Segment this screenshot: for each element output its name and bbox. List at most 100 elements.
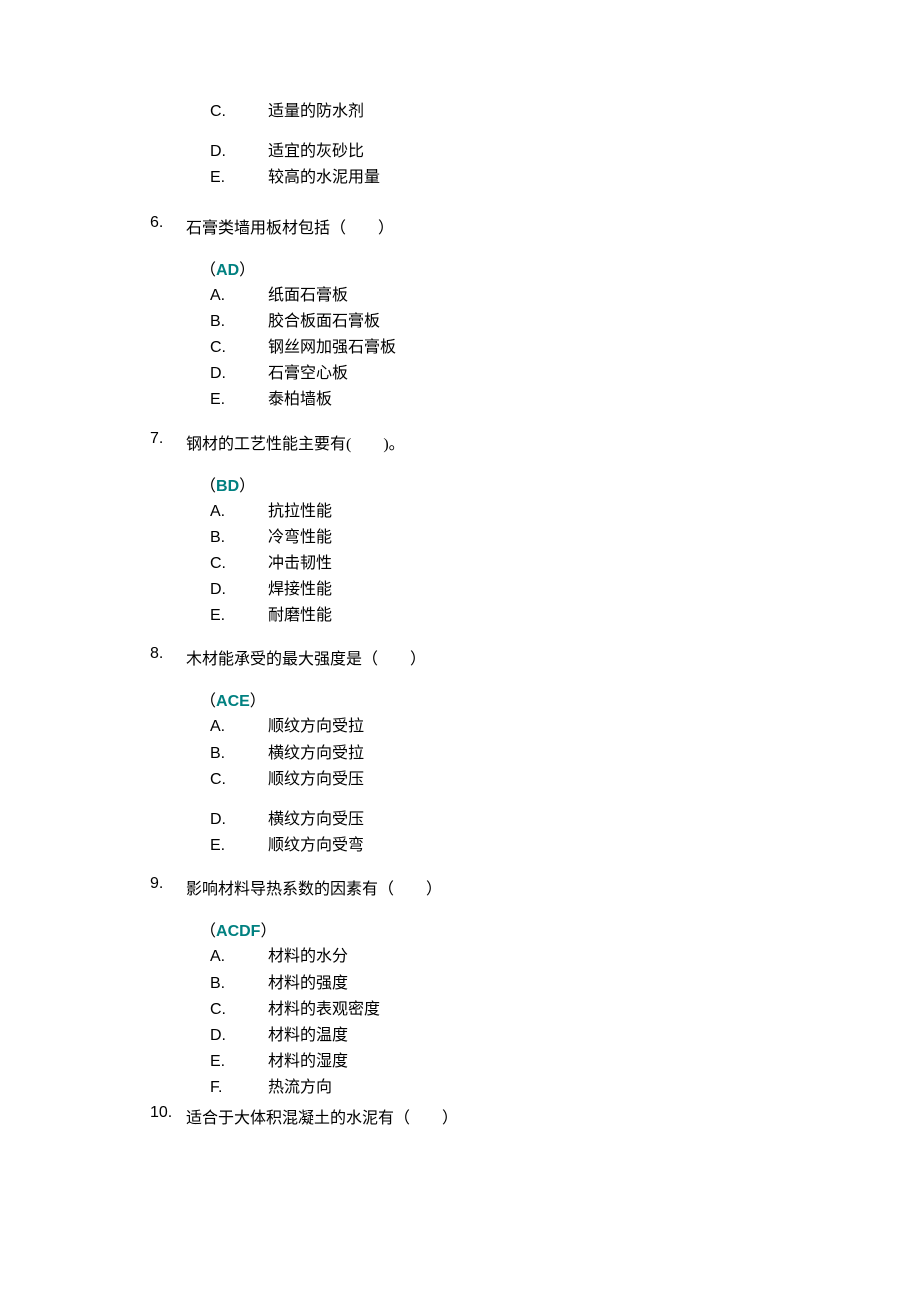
answer-key: BD [216,478,239,495]
option-row: F.热流方向 [150,1076,770,1099]
option-text: 胶合板面石膏板 [268,310,380,333]
option-letter: C. [210,768,268,791]
option-row: D.焊接性能 [150,578,770,601]
option-letter: D. [210,362,268,385]
option-letter: F. [210,1076,268,1099]
question-number: 8. [150,645,186,669]
paren-open: （ [200,923,216,940]
option-letter: B. [210,526,268,549]
option-text: 顺纹方向受压 [268,768,364,791]
option-row: B.横纹方向受拉 [150,742,770,765]
option-letter: A. [210,715,268,738]
option-row: C.顺纹方向受压 [150,768,770,791]
question-text: 木材能承受的最大强度是（ ） [186,645,426,669]
option-text: 适宜的灰砂比 [268,140,364,163]
option-row: A.材料的水分 [150,945,770,968]
answer-key: ACE [216,693,250,710]
question-header: 9. 影响材料导热系数的因素有（ ） [150,875,770,899]
question-9: 9. 影响材料导热系数的因素有（ ） （ACDF） A.材料的水分 B.材料的强… [150,875,770,1099]
orphan-option-block: C. 适量的防水剂 D. 适宜的灰砂比 E. 较高的水泥用量 [150,100,770,190]
option-row: E. 较高的水泥用量 [150,166,770,189]
option-row: C.冲击韧性 [150,552,770,575]
option-row: A.抗拉性能 [150,500,770,523]
paren-close: ） [250,693,266,710]
gap [150,794,770,808]
option-text: 材料的水分 [268,945,348,968]
question-number: 9. [150,875,186,899]
option-letter: B. [210,310,268,333]
question-number: 7. [150,430,186,454]
answer-key: AD [216,262,239,279]
option-letter: C. [210,336,268,359]
option-row: E.耐磨性能 [150,604,770,627]
option-text: 顺纹方向受弯 [268,834,364,857]
option-row: C.材料的表观密度 [150,998,770,1021]
option-text: 耐磨性能 [268,604,332,627]
option-text: 纸面石膏板 [268,284,348,307]
answer-key: ACDF [216,923,260,940]
paren-open: （ [200,478,216,495]
option-row: A.纸面石膏板 [150,284,770,307]
question-10: 10. 适合于大体积混凝土的水泥有（ ） [150,1104,770,1128]
paren-close: ） [239,478,255,495]
paren-close: ） [239,262,255,279]
option-text: 泰柏墙板 [268,388,332,411]
option-row: E.顺纹方向受弯 [150,834,770,857]
option-row: D. 石膏空心板 [150,362,770,385]
question-8: 8. 木材能承受的最大强度是（ ） （ACE） A.顺纹方向受拉 B.横纹方向受… [150,645,770,857]
option-row: D. 适宜的灰砂比 [150,140,770,163]
option-letter: E. [210,166,268,189]
option-letter: A. [210,500,268,523]
option-row: D.材料的温度 [150,1024,770,1047]
question-header: 7. 钢材的工艺性能主要有( )。 [150,430,770,454]
option-row: D.横纹方向受压 [150,808,770,831]
option-row: A.顺纹方向受拉 [150,715,770,738]
option-letter: E. [210,834,268,857]
option-text: 抗拉性能 [268,500,332,523]
option-text: 石膏空心板 [268,362,348,385]
gap [150,126,770,140]
option-letter: C. [210,998,268,1021]
question-text: 钢材的工艺性能主要有( )。 [186,430,405,454]
answer-block: （BD） [150,472,770,496]
option-letter: D. [210,1024,268,1047]
question-number: 6. [150,214,186,238]
option-row: E.材料的湿度 [150,1050,770,1073]
answer-block: （AD） [150,256,770,280]
option-row: B. 胶合板面石膏板 [150,310,770,333]
question-text: 影响材料导热系数的因素有（ ） [186,875,442,899]
option-text: 冷弯性能 [268,526,332,549]
option-text: 冲击韧性 [268,552,332,575]
option-letter: B. [210,972,268,995]
option-letter: D. [210,808,268,831]
option-letter: E. [210,1050,268,1073]
question-number: 10. [150,1104,186,1128]
answer-block: （ACE） [150,687,770,711]
question-header: 6. 石膏类墙用板材包括（ ） [150,214,770,238]
paren-open: （ [200,262,216,279]
option-letter: C. [210,552,268,575]
option-letter: A. [210,284,268,307]
option-text: 较高的水泥用量 [268,166,380,189]
option-letter: E. [210,604,268,627]
question-text: 适合于大体积混凝土的水泥有（ ） [186,1104,458,1128]
option-text: 横纹方向受拉 [268,742,364,765]
option-letter: E. [210,388,268,411]
option-letter: A. [210,945,268,968]
question-header: 10. 适合于大体积混凝土的水泥有（ ） [150,1104,770,1128]
option-text: 钢丝网加强石膏板 [268,336,396,359]
option-text: 材料的强度 [268,972,348,995]
option-text: 横纹方向受压 [268,808,364,831]
paren-close: ） [260,923,276,940]
option-text: 材料的温度 [268,1024,348,1047]
option-letter: B. [210,742,268,765]
option-text: 热流方向 [268,1076,332,1099]
question-6: 6. 石膏类墙用板材包括（ ） （AD） A.纸面石膏板 B. 胶合板面石膏板 … [150,214,770,412]
option-row: E.泰柏墙板 [150,388,770,411]
option-letter: D. [210,140,268,163]
option-letter: D. [210,578,268,601]
option-row: B.冷弯性能 [150,526,770,549]
paren-open: （ [200,693,216,710]
question-text: 石膏类墙用板材包括（ ） [186,214,394,238]
option-text: 顺纹方向受拉 [268,715,364,738]
